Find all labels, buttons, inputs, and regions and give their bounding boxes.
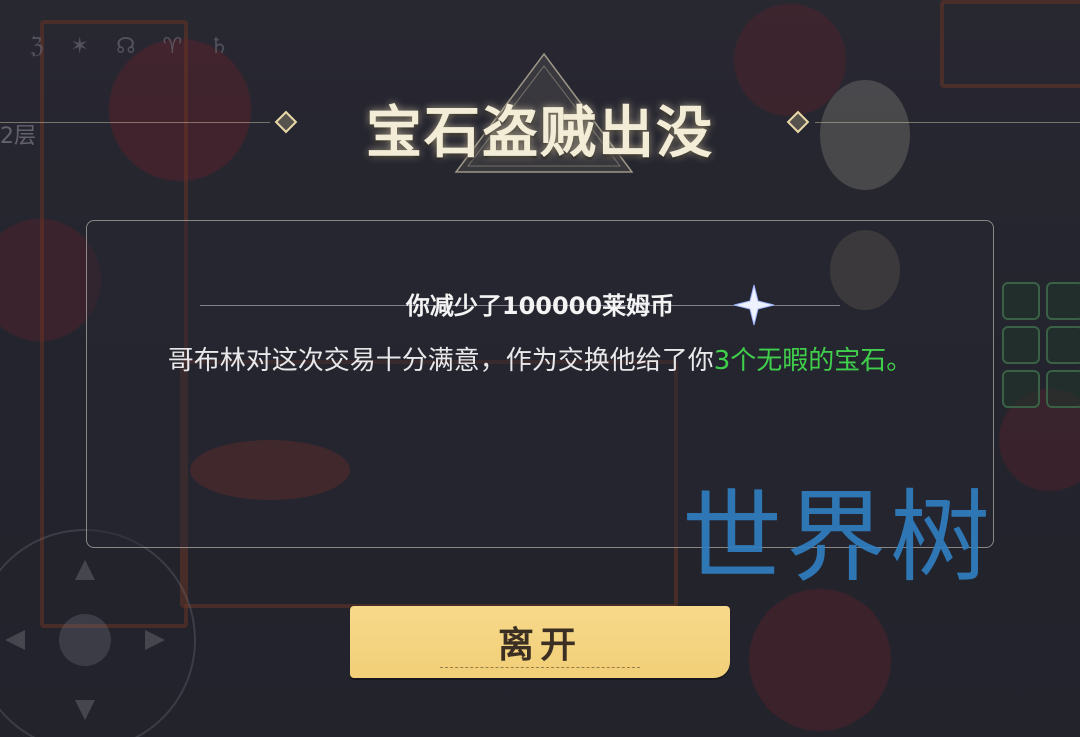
leave-button-label: 离开: [497, 625, 582, 666]
sparkle-icon: [733, 284, 775, 326]
event-message: 哥布林对这次交易十分满意，作为交换他给了你3个无暇的宝石。: [120, 340, 960, 382]
message-text: 哥布林对这次交易十分满意，作为交换他给了你: [167, 346, 714, 376]
watermark-text: 世界树: [682, 479, 994, 596]
title-banner: 宝石盗贼出没: [0, 52, 1080, 190]
event-subtitle: 你减少了100000莱姆币: [405, 292, 675, 320]
leave-button[interactable]: 离开: [350, 606, 730, 678]
event-title: 宝石盗贼出没: [366, 100, 714, 166]
reward-highlight: 3个无暇的宝石: [713, 346, 887, 376]
message-end: 。: [886, 346, 913, 376]
